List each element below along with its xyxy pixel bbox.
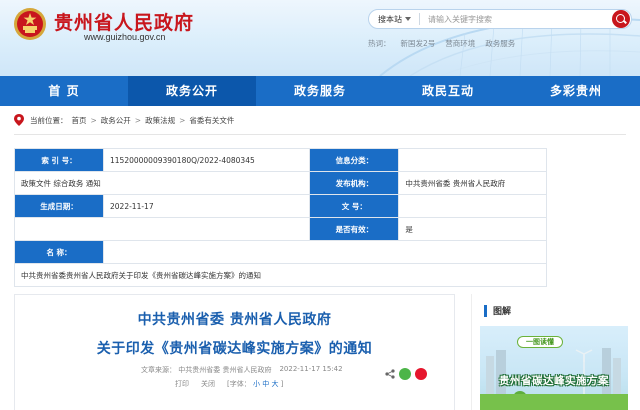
font-size-large[interactable]: 大 (271, 380, 278, 388)
hot-word-link[interactable]: 营商环境 (445, 38, 475, 49)
valid-label: 是否有效： (309, 217, 400, 241)
breadcrumb-separator: > (134, 115, 142, 125)
sidebar-header: 图解 (472, 294, 631, 317)
category-value-empty (398, 148, 547, 172)
index-label: 索 引 号： (14, 148, 104, 172)
font-size-small[interactable]: 小 (253, 380, 260, 388)
name-label: 名 称： (14, 240, 104, 264)
document-info-table: 索 引 号： 11520000009390180Q/2022-4080345 信… (13, 148, 547, 287)
article-tools: 打印 关闭 [字体： 小 中 大 ] (175, 379, 283, 389)
valid-value: 是 (398, 217, 547, 241)
sidebar-title: 图解 (493, 307, 512, 317)
font-size-medium[interactable]: 中 (262, 380, 269, 388)
font-size-label: [字体： (227, 380, 251, 388)
poster-title: 贵州省碳达峰实施方案 (499, 375, 609, 387)
poster-ground (480, 394, 628, 410)
breadcrumb-separator: > (179, 115, 186, 125)
article-title-line1: 中共贵州省委 贵州省人民政府 (137, 312, 332, 328)
breadcrumb-link-provincial-docs[interactable]: 省委有关文件 (189, 115, 234, 126)
close-link[interactable]: 关闭 (201, 379, 215, 389)
nav-item-government-affairs[interactable]: 政务公开 (128, 76, 256, 106)
nav-item-interaction[interactable]: 政民互动 (384, 76, 512, 106)
nav-item-home[interactable]: 首 页 (0, 76, 128, 106)
font-size-close: ] (280, 380, 284, 388)
site-url: www.guizhou.gov.cn (84, 32, 166, 42)
hot-word-link[interactable]: 新国发2号 (401, 38, 436, 49)
breadcrumb-separator: > (90, 115, 97, 125)
index-value: 11520000009390180Q/2022-4080345 (102, 148, 311, 172)
source-value: 中共贵州省委 贵州省人民政府 (178, 366, 272, 374)
site-header: 贵州省人民政府 www.guizhou.gov.cn 搜本站 热词： 新国发2号… (0, 0, 640, 76)
location-pin-icon (14, 114, 24, 126)
breadcrumb-divider (14, 134, 626, 135)
date-value: 2022-11-17 (102, 194, 311, 218)
publish-time: 2022-11-17 15:42 (279, 365, 343, 373)
breadcrumb-link-government-affairs[interactable]: 政务公开 (101, 115, 131, 126)
nav-item-colorful-guizhou[interactable]: 多彩贵州 (512, 76, 640, 106)
breadcrumb: 当前位置： 首页 > 政务公开 > 政策法规 > 省委有关文件 (0, 106, 640, 134)
search-input[interactable] (420, 11, 612, 27)
hot-words-label: 热词： (368, 39, 391, 48)
poster-badge: 一图读懂 (517, 336, 563, 348)
sidebar-infographic: 图解 一图读懂 贵州省碳达峰实施方案 (471, 294, 631, 410)
issuer-label: 发布机构： (309, 171, 400, 195)
article-card: 中共贵州省委 贵州省人民政府 关于印发《贵州省碳达峰实施方案》的通知 文章来源：… (14, 294, 455, 410)
search-icon[interactable] (612, 10, 630, 28)
category-value: 政策文件 综合政务 通知 (13, 171, 311, 195)
weibo-icon[interactable] (415, 368, 427, 380)
docno-value (398, 194, 547, 218)
nav-item-services[interactable]: 政务服务 (256, 76, 384, 106)
breadcrumb-prefix: 当前位置： (30, 115, 68, 125)
chevron-down-icon (405, 17, 411, 21)
share-bar (385, 368, 427, 380)
issuer-value: 中共贵州省委 贵州省人民政府 (398, 171, 547, 195)
article-meta: 文章来源： 中共贵州省委 贵州省人民政府 2022-11-17 15:42 (141, 365, 343, 375)
search-box: 搜本站 (368, 9, 632, 29)
blank-cell (13, 217, 311, 241)
name-value-empty (103, 240, 547, 264)
search-scope-label: 搜本站 (378, 14, 402, 24)
main-nav: 首 页 政务公开 政务服务 政民互动 多彩贵州 (0, 76, 640, 106)
breadcrumb-link-policies[interactable]: 政策法规 (145, 115, 175, 126)
hot-words: 热词： 新国发2号 营商环境 政务服务 (368, 38, 515, 49)
article-title-line2: 关于印发《贵州省碳达峰实施方案》的通知 (96, 341, 373, 357)
breadcrumb-link-home[interactable]: 首页 (72, 115, 87, 126)
docno-label: 文 号： (309, 194, 400, 218)
share-icon[interactable] (385, 369, 395, 379)
name-value: 中共贵州省委贵州省人民政府关于印发《贵州省碳达峰实施方案》的通知 (14, 263, 547, 287)
category-label: 信息分类： (309, 148, 400, 172)
sidebar-accent (484, 304, 487, 317)
infographic-poster[interactable]: 一图读懂 贵州省碳达峰实施方案 (480, 326, 628, 410)
wechat-icon[interactable] (399, 368, 411, 380)
source-label: 文章来源： (141, 366, 176, 374)
hot-word-link[interactable]: 政务服务 (485, 38, 515, 49)
national-emblem-icon (14, 8, 46, 40)
date-label: 生成日期： (14, 194, 104, 218)
print-link[interactable]: 打印 (175, 379, 189, 389)
search-scope-select[interactable]: 搜本站 (369, 14, 419, 25)
site-title[interactable]: 贵州省人民政府 (54, 8, 194, 35)
